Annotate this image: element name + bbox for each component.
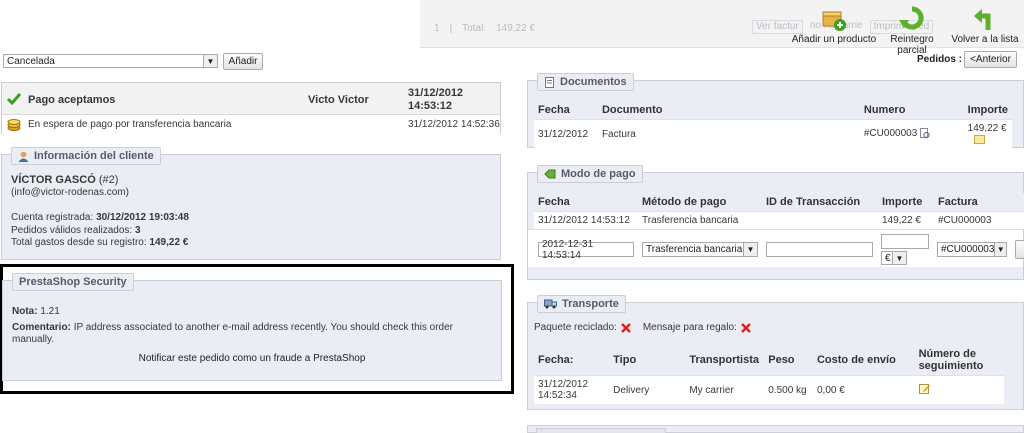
table-header: Fecha: Tipo Transportista Peso Costo de … xyxy=(534,345,1004,376)
status-history-row: Pago aceptamos Victo Victor 31/12/2012 1… xyxy=(2,83,500,115)
security-comment: Comentario: IP address associated to ano… xyxy=(12,322,453,345)
customer-name: VÍCTOR GASCÓ xyxy=(11,174,96,186)
invoice-number-link[interactable]: #CU000003 xyxy=(859,119,964,148)
back-to-list-button[interactable]: Volver a la lista xyxy=(950,6,1020,45)
documents-table: Fecha Documento Numero Importe 31/12/201… xyxy=(534,101,1012,148)
currency-select[interactable]: € ▼ xyxy=(881,251,907,265)
transaction-id-input[interactable] xyxy=(766,242,873,257)
customer-legend: Información del cliente xyxy=(11,147,161,165)
add-status-button[interactable]: Añadir xyxy=(223,53,263,70)
dropdown-arrow-icon: ▼ xyxy=(203,55,217,67)
coins-icon xyxy=(7,119,21,131)
shipping-table: Fecha: Tipo Transportista Peso Costo de … xyxy=(534,345,1004,404)
security-legend: PrestaShop Security xyxy=(12,273,134,291)
customer-stats: Cuenta registrada: 30/12/2012 19:03:48 P… xyxy=(11,212,189,248)
truck-icon xyxy=(544,299,557,309)
orders-nav-label: Pedidos : xyxy=(917,54,963,65)
shipping-legend: Transporte xyxy=(537,295,626,313)
box-add-icon xyxy=(822,11,846,31)
status-history-row: En espera de pago por transferencia banc… xyxy=(2,115,500,134)
shipping-panel: Transporte Paquete reciclado: Mensaje pa… xyxy=(527,295,1024,410)
payment-tag-icon xyxy=(544,169,556,179)
note-icon[interactable] xyxy=(973,134,985,144)
dropdown-arrow-icon: ▼ xyxy=(994,243,1006,256)
payment-panel: Modo de pago Fecha Método de pago ID de … xyxy=(527,165,1024,280)
edit-pencil-icon[interactable] xyxy=(918,383,931,395)
view-document-icon[interactable] xyxy=(920,128,930,139)
table-row: 31/12/2012 14:53:12 Trasferencia bancari… xyxy=(534,211,1024,229)
add-product-button[interactable]: Añadir un producto xyxy=(790,6,878,45)
refund-arrow-icon xyxy=(899,6,924,30)
dropdown-arrow-icon: ▼ xyxy=(743,243,757,256)
security-note: Nota: 1.21 xyxy=(12,306,60,317)
payment-method-select[interactable]: Trasferencia bancaria ▼ xyxy=(642,242,758,257)
document-icon xyxy=(545,76,554,88)
customer-email[interactable]: (info@victor-rodenas.com) xyxy=(11,187,129,198)
payment-table: Fecha Método de pago ID de Transacción I… xyxy=(534,193,1024,229)
customer-id: (#2) xyxy=(98,174,119,186)
order-status-select[interactable]: Cancelada ▼ xyxy=(3,54,218,68)
payment-legend: Modo de pago xyxy=(537,165,643,183)
add-payment-button[interactable] xyxy=(1015,240,1024,259)
customer-panel: Información del cliente VÍCTOR GASCÓ (#2… xyxy=(1,147,501,260)
customer-name-line: VÍCTOR GASCÓ (#2) xyxy=(11,174,118,186)
user-icon xyxy=(18,151,29,162)
table-header: Fecha Documento Numero Importe xyxy=(534,101,1012,120)
invoice-select[interactable]: #CU000003 ▼ xyxy=(937,242,1007,257)
dropdown-arrow-icon: ▼ xyxy=(892,252,906,264)
shipping-options: Paquete reciclado: Mensaje para regalo: xyxy=(534,322,751,333)
table-row: 31/12/2012 Factura #CU000003 149,22 € xyxy=(534,119,1012,148)
documents-legend: Documentos xyxy=(537,73,634,91)
back-arrow-icon xyxy=(974,9,991,30)
documents-panel: Documentos Fecha Documento Numero Import… xyxy=(527,73,1024,148)
cross-icon xyxy=(740,322,751,333)
table-row: 31/12/2012 14:52:34 Delivery My carrier … xyxy=(534,375,1004,404)
cross-icon xyxy=(620,322,631,333)
previous-order-button[interactable]: <Anterior xyxy=(964,51,1017,68)
next-panel-legend-stub xyxy=(536,428,666,433)
security-panel: PrestaShop Security Nota: 1.21 Comentari… xyxy=(2,273,502,381)
report-fraud-link[interactable]: Notificar este pedido como un fraude a P… xyxy=(3,353,501,364)
check-icon xyxy=(7,93,21,105)
status-history: Pago aceptamos Victo Victor 31/12/2012 1… xyxy=(1,82,501,134)
order-summary-ghost: 1 | Total: 149,22 € xyxy=(434,23,536,34)
payment-date-input[interactable]: 2012-12-31 14:53:14 xyxy=(538,239,634,261)
payment-amount-input[interactable] xyxy=(881,234,929,249)
redaction-block xyxy=(0,4,419,34)
partial-refund-button[interactable]: Reintegro parcial xyxy=(876,6,948,56)
table-header: Fecha Método de pago ID de Transacción I… xyxy=(534,193,1024,212)
add-payment-form: 2012-12-31 14:53:14 Trasferencia bancari… xyxy=(528,229,1024,267)
